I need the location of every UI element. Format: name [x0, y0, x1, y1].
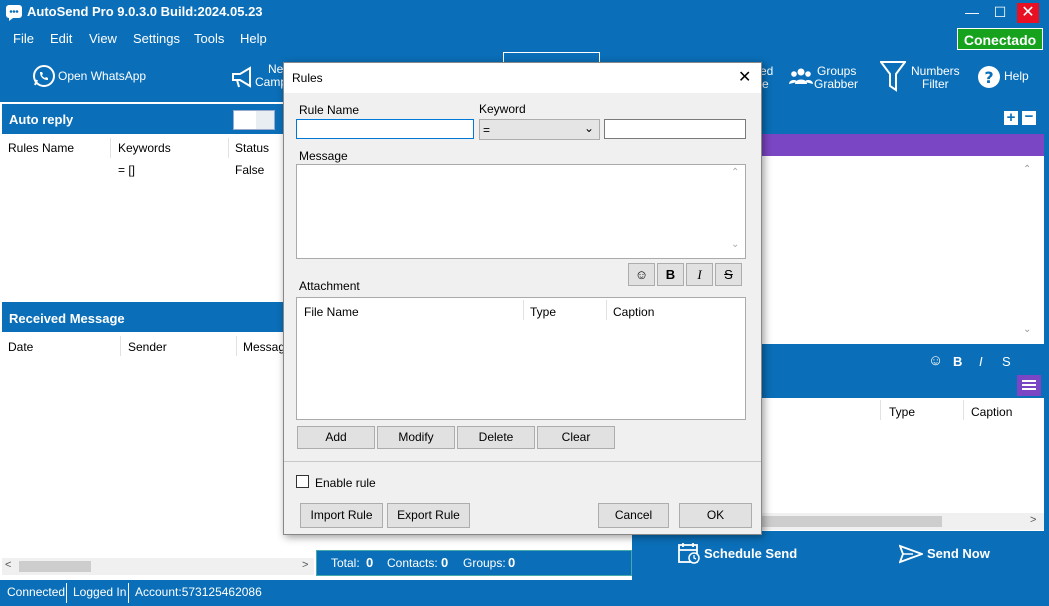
status-connected: Connected [7, 585, 66, 599]
import-rule-button[interactable]: Import Rule [300, 503, 383, 528]
menu-view[interactable]: View [89, 31, 117, 46]
auto-reply-title: Auto reply [9, 112, 74, 127]
window-title: AutoSend Pro 9.0.3.0 Build:2024.05.23 [27, 4, 263, 19]
status-account: Account:573125462086 [135, 585, 262, 599]
groups-count: 0 [508, 555, 516, 570]
emoji-button[interactable]: ☺ [628, 263, 655, 286]
calendar-icon [678, 542, 700, 567]
scroll-right-icon[interactable]: > [302, 559, 308, 571]
col-rules-name[interactable]: Rules Name [8, 141, 74, 155]
dialog-title: Rules [292, 71, 323, 85]
col-status[interactable]: Status [235, 141, 269, 155]
modify-button[interactable]: Modify [377, 426, 455, 449]
dialog-close-icon[interactable]: ✕ [738, 67, 751, 87]
dialog-title-bar: Rules ✕ [284, 63, 761, 93]
menu-icon[interactable] [1017, 375, 1041, 396]
svg-text:?: ? [984, 68, 993, 87]
scroll-left-icon[interactable]: < [5, 559, 11, 571]
connection-status-badge: Conectado [957, 28, 1043, 50]
message-scrollbar[interactable]: ⌃ ⌄ [727, 165, 745, 258]
whatsapp-icon [32, 64, 56, 88]
message-vertical-scrollbar[interactable]: ⌃ ⌄ [1019, 162, 1037, 340]
megaphone-icon [230, 64, 256, 90]
message-label: Message [299, 149, 348, 163]
rule-name-label: Rule Name [299, 103, 360, 117]
menu-settings[interactable]: Settings [133, 31, 180, 46]
scroll-right-icon[interactable]: > [1030, 514, 1036, 526]
keyword-value-input[interactable] [604, 119, 746, 139]
col-file-name[interactable]: File Name [304, 305, 359, 319]
dialog-divider [284, 461, 761, 462]
auto-reply-table-header: Rules Name Keywords Status [2, 136, 284, 160]
remove-icon[interactable]: − [1022, 109, 1036, 125]
dialog-strike-button[interactable]: S [715, 263, 742, 286]
delete-button[interactable]: Delete [457, 426, 535, 449]
table-row[interactable]: = [] False [2, 160, 284, 178]
toolbar-tab-outline [503, 52, 600, 62]
close-icon[interactable]: ✕ [1017, 3, 1039, 23]
chevron-down-icon: ⌄ [584, 121, 595, 135]
scroll-down-icon[interactable]: ⌄ [1023, 324, 1031, 335]
scroll-up-icon[interactable]: ⌃ [731, 167, 739, 178]
menu-edit[interactable]: Edit [50, 31, 72, 46]
dialog-bold-button[interactable]: B [657, 263, 684, 286]
received-message-header: Received Message [2, 302, 284, 332]
col-type[interactable]: Type [530, 305, 556, 319]
col-keywords[interactable]: Keywords [118, 141, 171, 155]
contacts-count: 0 [441, 555, 449, 570]
scroll-down-icon[interactable]: ⌄ [731, 239, 739, 250]
rule-name-input[interactable] [296, 119, 474, 139]
status-bar: Connected Logged In Account:573125462086 [0, 580, 1049, 606]
received-message-title: Received Message [9, 311, 125, 326]
keyword-operator-select[interactable]: = ⌄ [479, 119, 600, 140]
rules-dialog: Rules ✕ Rule Name Keyword = ⌄ Message ⌃ … [283, 62, 762, 535]
status-logged-in: Logged In [73, 585, 127, 599]
menu-tools[interactable]: Tools [194, 31, 224, 46]
scroll-up-icon[interactable]: ⌃ [1023, 164, 1031, 175]
enable-rule-checkbox[interactable] [296, 475, 309, 488]
received-horizontal-scrollbar[interactable]: < > [2, 558, 314, 575]
message-textarea[interactable]: ⌃ ⌄ [296, 164, 746, 259]
attachment-list[interactable]: File Name Type Caption [296, 297, 746, 420]
clear-button[interactable]: Clear [537, 426, 615, 449]
help-icon: ? [977, 65, 1001, 89]
auto-reply-toggle[interactable] [233, 110, 275, 130]
ok-button[interactable]: OK [679, 503, 752, 528]
strike-button[interactable]: S [1002, 354, 1011, 369]
totals-bar: Total: 0 Contacts: 0 Groups: 0 [316, 550, 632, 576]
send-icon [898, 544, 925, 567]
col-sender[interactable]: Sender [128, 340, 167, 354]
col-type[interactable]: Type [889, 405, 915, 419]
received-table-header: Date Sender Message [2, 334, 292, 358]
add-icon[interactable]: + [1004, 110, 1018, 125]
scrollbar-thumb[interactable] [19, 561, 91, 572]
filter-icon [880, 60, 906, 94]
groups-icon [789, 66, 813, 86]
bold-button[interactable]: B [953, 354, 962, 369]
italic-button[interactable]: I [979, 354, 983, 369]
total-count: 0 [366, 555, 374, 570]
dialog-italic-button[interactable]: I [686, 263, 713, 286]
auto-reply-header: Auto reply [2, 104, 284, 134]
enable-rule-label: Enable rule [315, 476, 376, 490]
menu-bar: File Edit View Settings Tools Help [0, 26, 1049, 50]
menu-help[interactable]: Help [240, 31, 267, 46]
maximize-icon[interactable]: ☐ [985, 0, 1015, 26]
col-caption[interactable]: Caption [613, 305, 654, 319]
add-button[interactable]: Add [297, 426, 375, 449]
export-rule-button[interactable]: Export Rule [387, 503, 470, 528]
attachment-label: Attachment [299, 279, 360, 293]
col-date[interactable]: Date [8, 340, 33, 354]
cancel-button[interactable]: Cancel [598, 503, 669, 528]
title-bar: AutoSend Pro 9.0.3.0 Build:2024.05.23 — … [0, 0, 1049, 26]
menu-file[interactable]: File [13, 31, 34, 46]
col-caption[interactable]: Caption [971, 405, 1012, 419]
emoji-icon[interactable]: ☺ [928, 352, 943, 369]
minimize-icon[interactable]: — [957, 0, 987, 26]
app-logo-icon [5, 4, 23, 22]
keyword-label: Keyword [479, 102, 526, 116]
